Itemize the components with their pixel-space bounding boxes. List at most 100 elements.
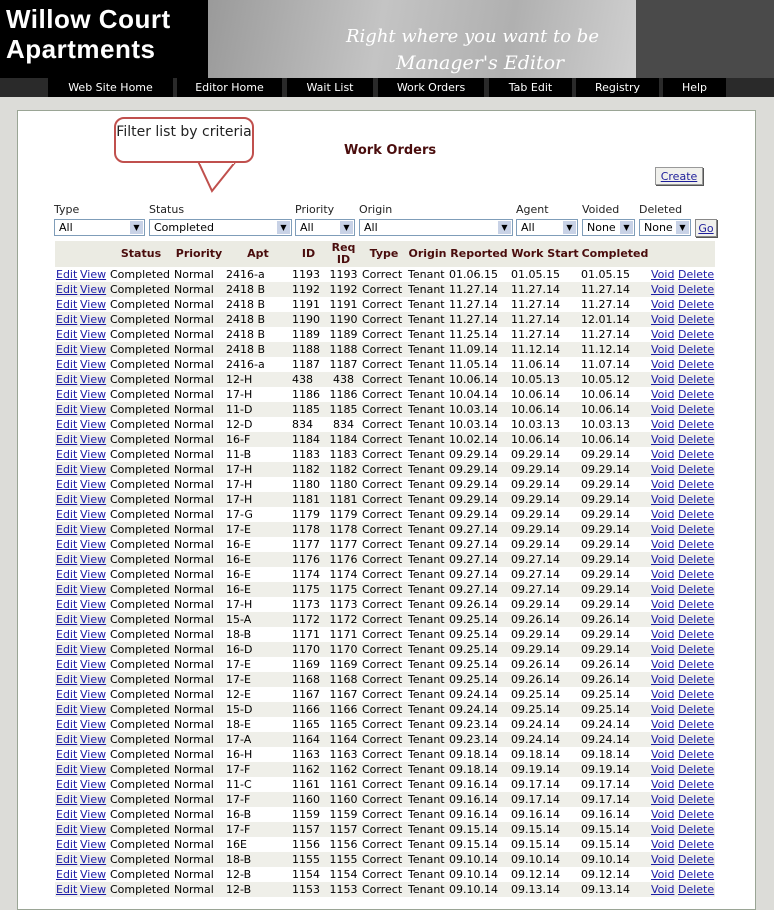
edit-link[interactable]: Edit [56,553,77,566]
delete-link[interactable]: Delete [678,403,714,416]
void-link[interactable]: Void [651,718,674,731]
void-link[interactable]: Void [651,778,674,791]
delete-link[interactable]: Delete [678,493,714,506]
delete-link[interactable]: Delete [678,748,714,761]
void-link[interactable]: Void [651,448,674,461]
void-link[interactable]: Void [651,478,674,491]
edit-link[interactable]: Edit [56,748,77,761]
void-link[interactable]: Void [651,883,674,896]
edit-link[interactable]: Edit [56,403,77,416]
delete-link[interactable]: Delete [678,733,714,746]
delete-link[interactable]: Delete [678,583,714,596]
delete-link[interactable]: Delete [678,643,714,656]
void-link[interactable]: Void [651,568,674,581]
column-header-type[interactable]: Type [361,241,407,267]
delete-link[interactable]: Delete [678,838,714,851]
view-link[interactable]: View [80,613,106,626]
void-link[interactable]: Void [651,343,674,356]
delete-link[interactable]: Delete [678,448,714,461]
view-link[interactable]: View [80,883,106,896]
void-link[interactable]: Void [651,553,674,566]
void-link[interactable]: Void [651,688,674,701]
void-link[interactable]: Void [651,733,674,746]
void-link[interactable]: Void [651,268,674,281]
delete-link[interactable]: Delete [678,433,714,446]
void-link[interactable]: Void [651,298,674,311]
edit-link[interactable]: Edit [56,283,77,296]
edit-link[interactable]: Edit [56,493,77,506]
view-link[interactable]: View [80,823,106,836]
void-link[interactable]: Void [651,433,674,446]
edit-link[interactable]: Edit [56,583,77,596]
void-link[interactable]: Void [651,763,674,776]
delete-link[interactable]: Delete [678,718,714,731]
view-link[interactable]: View [80,583,106,596]
delete-link[interactable]: Delete [678,478,714,491]
view-link[interactable]: View [80,328,106,341]
view-link[interactable]: View [80,793,106,806]
view-link[interactable]: View [80,493,106,506]
void-link[interactable]: Void [651,313,674,326]
edit-link[interactable]: Edit [56,673,77,686]
void-link[interactable]: Void [651,523,674,536]
view-link[interactable]: View [80,283,106,296]
view-link[interactable]: View [80,838,106,851]
edit-link[interactable]: Edit [56,313,77,326]
view-link[interactable]: View [80,508,106,521]
edit-link[interactable]: Edit [56,628,77,641]
void-link[interactable]: Void [651,613,674,626]
edit-link[interactable]: Edit [56,613,77,626]
view-link[interactable]: View [80,673,106,686]
delete-link[interactable]: Delete [678,688,714,701]
edit-link[interactable]: Edit [56,643,77,656]
column-header-req-id[interactable]: Req ID [326,241,361,267]
column-header-origin[interactable]: Origin [407,241,448,267]
edit-link[interactable]: Edit [56,478,77,491]
column-header-completed[interactable]: Completed [580,241,650,267]
origin-select[interactable]: All ▼ [359,219,513,236]
delete-link[interactable]: Delete [678,508,714,521]
delete-link[interactable]: Delete [678,673,714,686]
edit-link[interactable]: Edit [56,718,77,731]
edit-link[interactable]: Edit [56,523,77,536]
nav-wait-list[interactable]: Wait List [287,78,373,97]
nav-registry[interactable]: Registry [576,78,659,97]
view-link[interactable]: View [80,853,106,866]
view-link[interactable]: View [80,568,106,581]
delete-link[interactable]: Delete [678,793,714,806]
view-link[interactable]: View [80,433,106,446]
delete-link[interactable]: Delete [678,613,714,626]
column-header-work-start[interactable]: Work Start [510,241,580,267]
view-link[interactable]: View [80,403,106,416]
void-link[interactable]: Void [651,673,674,686]
view-link[interactable]: View [80,868,106,881]
delete-link[interactable]: Delete [678,388,714,401]
view-link[interactable]: View [80,703,106,716]
delete-link[interactable]: Delete [678,523,714,536]
delete-link[interactable]: Delete [678,823,714,836]
voided-select[interactable]: None ▼ [582,219,635,236]
delete-link[interactable]: Delete [678,358,714,371]
edit-link[interactable]: Edit [56,298,77,311]
view-link[interactable]: View [80,268,106,281]
edit-link[interactable]: Edit [56,508,77,521]
edit-link[interactable]: Edit [56,703,77,716]
view-link[interactable]: View [80,553,106,566]
view-link[interactable]: View [80,523,106,536]
delete-link[interactable]: Delete [678,808,714,821]
column-header-id[interactable]: ID [291,241,326,267]
view-link[interactable]: View [80,643,106,656]
void-link[interactable]: Void [651,583,674,596]
edit-link[interactable]: Edit [56,328,77,341]
edit-link[interactable]: Edit [56,688,77,701]
delete-link[interactable]: Delete [678,568,714,581]
edit-link[interactable]: Edit [56,598,77,611]
edit-link[interactable]: Edit [56,808,77,821]
delete-link[interactable]: Delete [678,598,714,611]
void-link[interactable]: Void [651,703,674,716]
delete-link[interactable]: Delete [678,373,714,386]
view-link[interactable]: View [80,343,106,356]
edit-link[interactable]: Edit [56,268,77,281]
void-link[interactable]: Void [651,508,674,521]
delete-link[interactable]: Delete [678,763,714,776]
